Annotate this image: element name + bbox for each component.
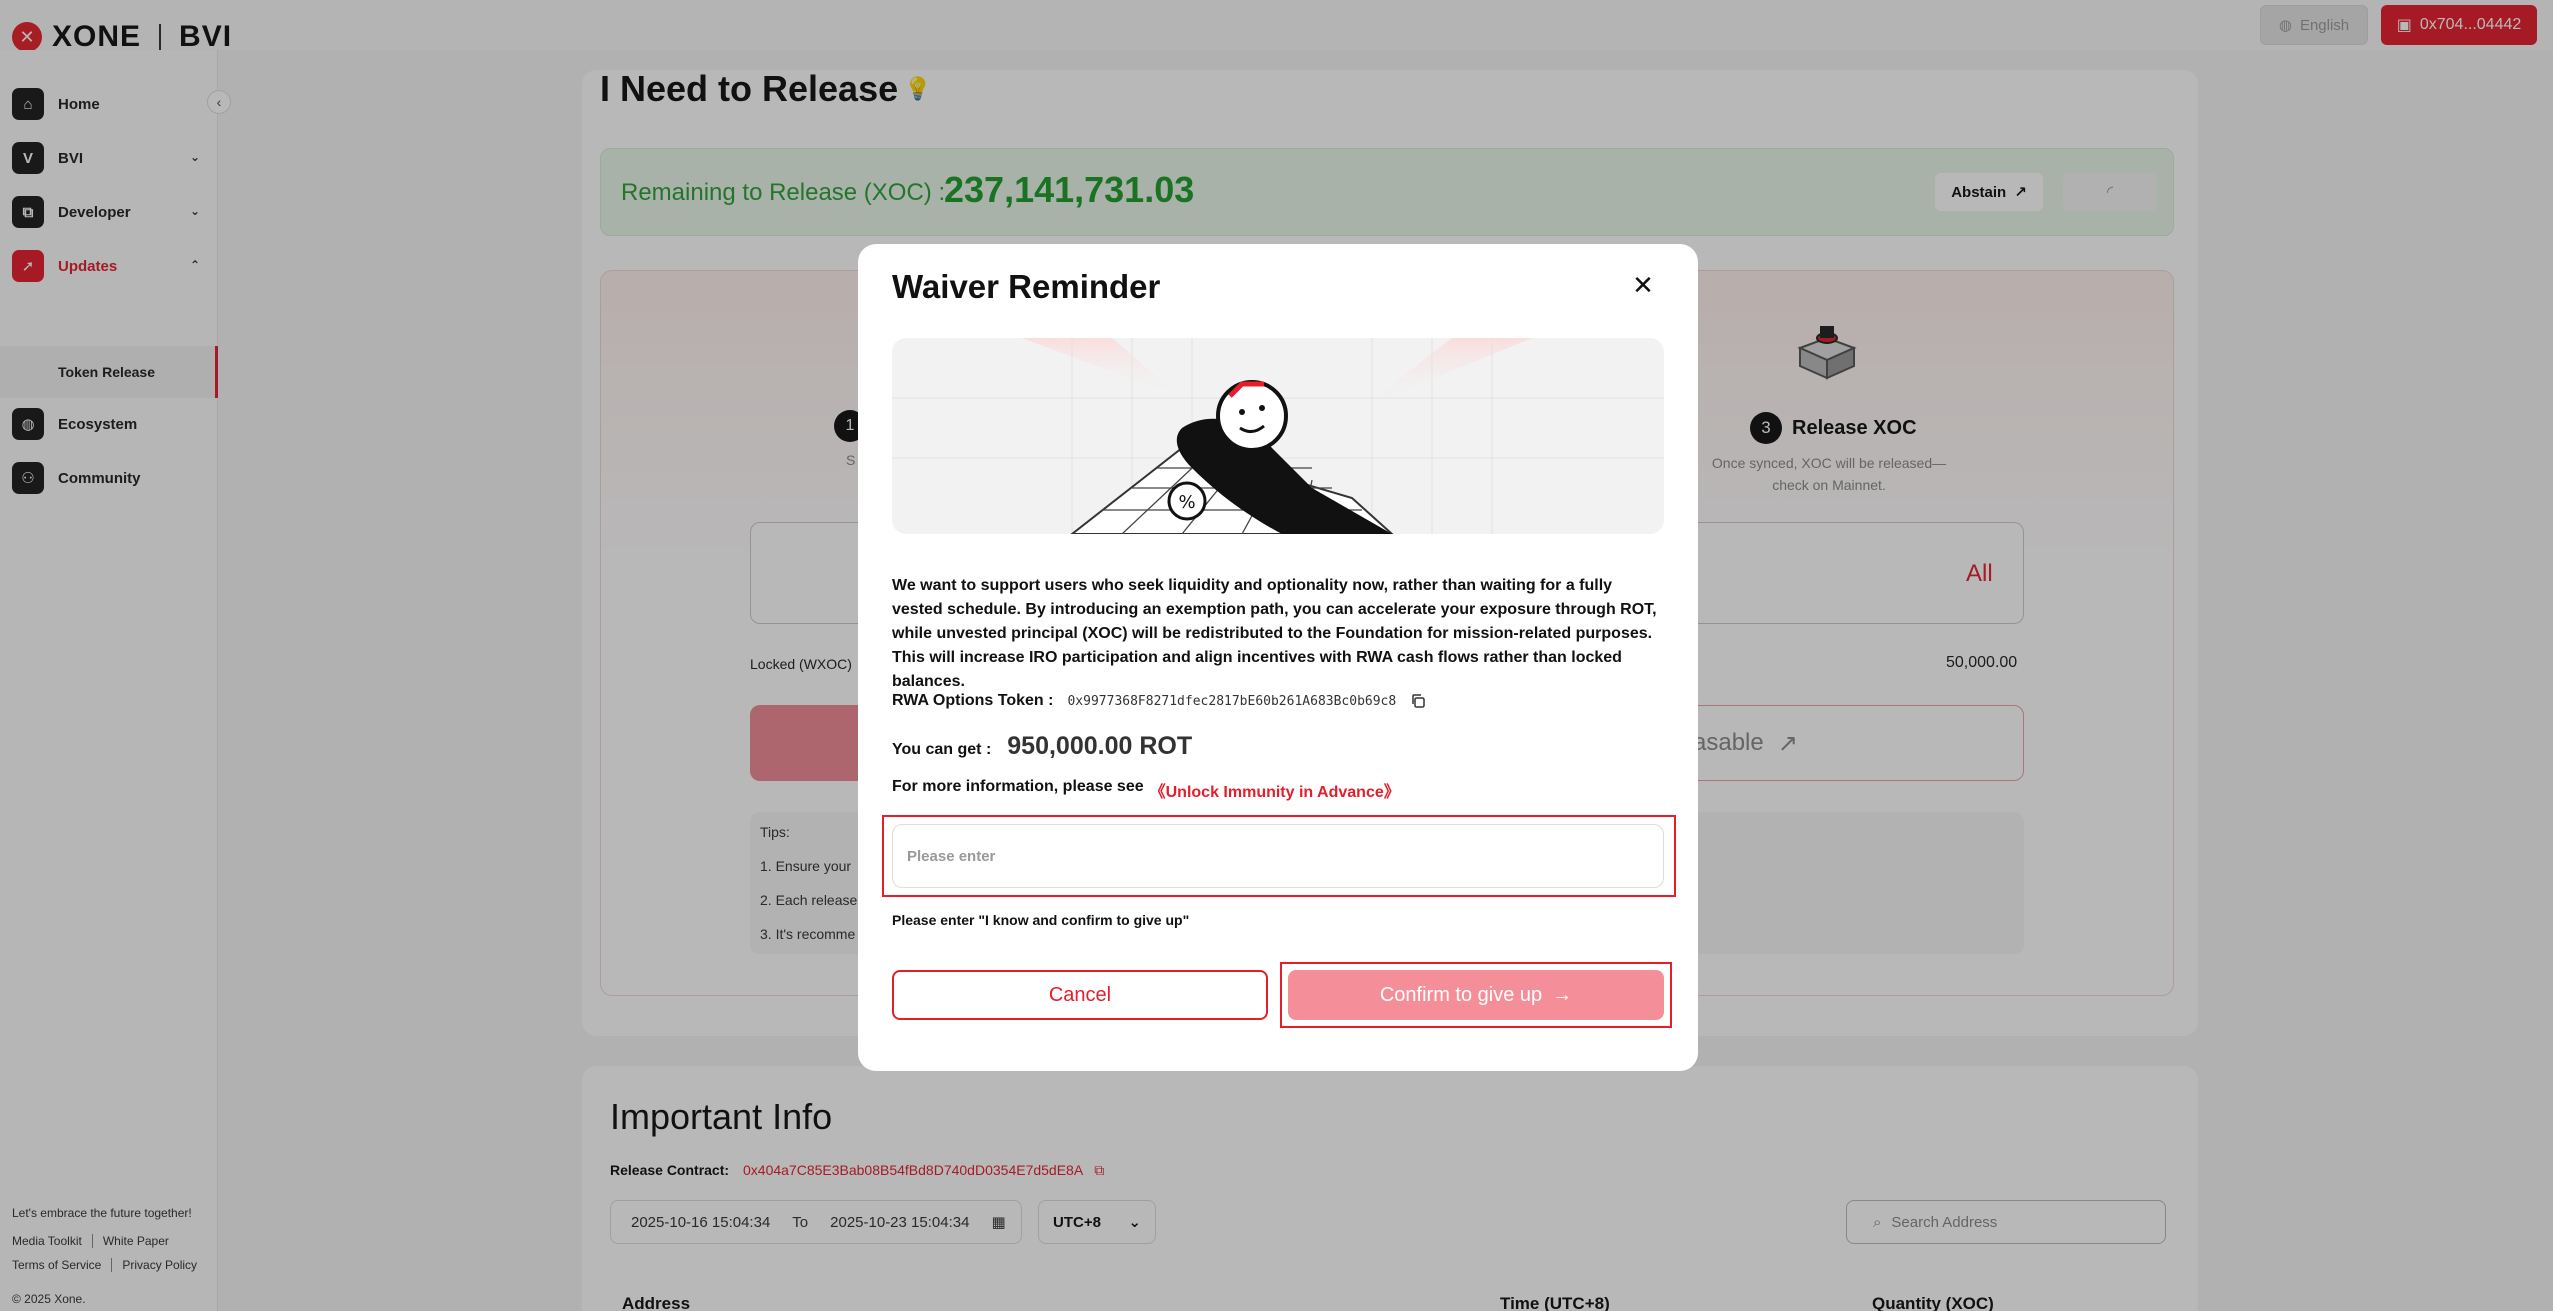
more-info-label: For more information, please see <box>892 778 1144 795</box>
get-row: You can get : 950,000.00 ROT <box>892 732 1192 761</box>
confirm-give-up-button[interactable]: Confirm to give up → <box>1288 970 1664 1020</box>
modal-body-text: We want to support users who seek liquid… <box>892 577 1657 690</box>
confirm-label: Confirm to give up <box>1379 983 1543 1006</box>
token-row: RWA Options Token : 0x9977368F8271dfec28… <box>892 692 1426 710</box>
more-info-row: For more information, please see 《Unlock… <box>892 778 1400 802</box>
confirm-hint: Please enter "I know and confirm to give… <box>892 912 1190 928</box>
token-address: 0x9977368F8271dfec2817bE60b261A683Bc0b69… <box>1067 693 1397 709</box>
hand-coin-illustration: % <box>892 338 1664 534</box>
copy-icon[interactable] <box>1410 693 1426 709</box>
confirm-text-input[interactable] <box>892 824 1664 888</box>
modal-title: Waiver Reminder <box>892 268 1161 305</box>
unlock-immunity-link[interactable]: 《Unlock Immunity in Advance》 <box>1150 778 1400 802</box>
waiver-reminder-dialog: Waiver Reminder ✕ % We want to support u… <box>858 244 1698 1071</box>
token-label: RWA Options Token : <box>892 692 1054 709</box>
svg-text:%: % <box>1178 492 1195 513</box>
close-icon[interactable]: ✕ <box>1628 270 1658 300</box>
arrow-right-icon: → <box>1552 983 1573 1006</box>
get-label: You can get : <box>892 741 992 758</box>
cancel-button[interactable]: Cancel <box>892 970 1268 1020</box>
get-value: 950,000.00 ROT <box>1007 732 1193 760</box>
waiver-illustration: % <box>892 338 1664 534</box>
